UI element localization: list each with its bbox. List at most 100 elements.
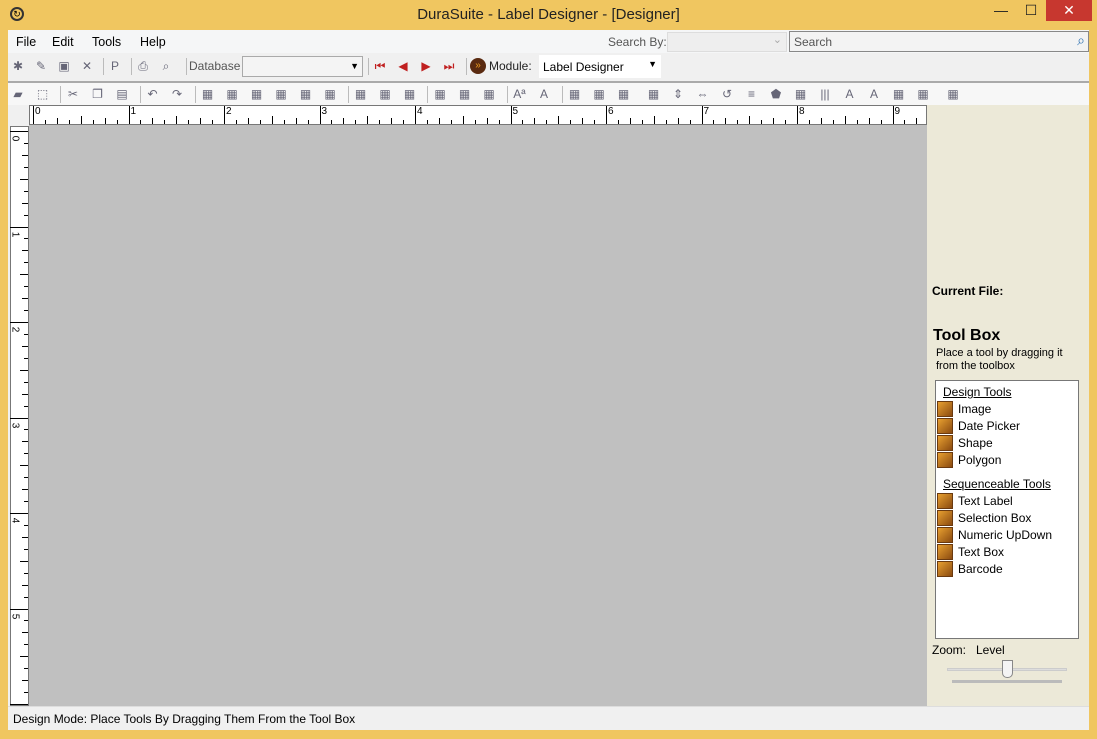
- ruler-tick: [92, 120, 94, 124]
- rotate-icon[interactable]: ↺: [719, 86, 735, 102]
- align-bottom-icon[interactable]: ▦: [481, 86, 497, 102]
- properties-icon[interactable]: ▦: [200, 86, 216, 102]
- ruler-tick: [22, 584, 28, 586]
- next-record-icon[interactable]: ▶: [418, 58, 434, 74]
- text-frame-icon[interactable]: A: [842, 86, 858, 102]
- ruler-tick: [22, 632, 28, 634]
- align-left-icon[interactable]: ▦: [353, 86, 369, 102]
- menu-file[interactable]: File: [16, 35, 36, 49]
- delete-icon[interactable]: ✕: [79, 58, 95, 74]
- barcode-icon[interactable]: |||: [817, 86, 833, 102]
- ruler-tick: [22, 202, 28, 204]
- copy-icon[interactable]: ❐: [90, 86, 106, 102]
- ruler-tick: [868, 118, 870, 124]
- save-icon[interactable]: ▣: [56, 58, 72, 74]
- menu-help[interactable]: Help: [140, 35, 166, 49]
- font-icon[interactable]: A: [536, 86, 552, 102]
- open-icon[interactable]: ▰: [10, 86, 26, 102]
- align-center-icon[interactable]: ▦: [377, 86, 393, 102]
- image-dropdown-icon[interactable]: ▦: [616, 86, 632, 102]
- paste-icon[interactable]: ▤: [114, 86, 130, 102]
- ruler-tick: [22, 154, 28, 156]
- align-dropdown-icon[interactable]: ▦: [915, 86, 931, 102]
- toolbox-item-label: Date Picker: [958, 419, 1021, 433]
- ruler-tick: [80, 116, 82, 124]
- image-tool-icon: [937, 401, 953, 417]
- ruler-tick: [510, 106, 512, 124]
- cut-icon[interactable]: ✂: [65, 86, 81, 102]
- ruler-tick: [892, 106, 894, 124]
- print-preview-icon[interactable]: ⌕: [158, 58, 174, 74]
- ruler-tick: [761, 120, 763, 124]
- ruler-tick: [689, 120, 691, 124]
- ruler-tick: [24, 620, 28, 622]
- ruler-tick: [20, 178, 28, 180]
- ruler-tick: [247, 118, 249, 124]
- send-back-icon[interactable]: ▦: [322, 86, 338, 102]
- font-size-icon[interactable]: Aª: [512, 86, 528, 102]
- new-file-icon[interactable]: ✱: [10, 58, 26, 74]
- print-icon[interactable]: ⎙: [135, 58, 151, 74]
- search-input[interactable]: Search ⌕: [789, 31, 1089, 52]
- snap-grid-icon[interactable]: ▦: [224, 86, 240, 102]
- ruler-tick: [20, 369, 28, 371]
- chevron-down-icon: ⌄: [772, 34, 782, 46]
- minimize-button[interactable]: —: [986, 0, 1016, 21]
- search-by-label: Search By:: [608, 35, 667, 49]
- zoom-slider-thumb[interactable]: [1002, 660, 1013, 678]
- separator: [194, 86, 196, 103]
- ruler-tick: [116, 120, 118, 124]
- ruler-tick: [10, 704, 28, 705]
- menu-edit[interactable]: Edit: [52, 35, 74, 49]
- redo-icon[interactable]: ↷: [169, 86, 185, 102]
- text-field-icon[interactable]: ▦: [567, 86, 583, 102]
- horizontal-spacing-icon[interactable]: ⇔: [695, 86, 711, 102]
- design-canvas[interactable]: [29, 125, 927, 706]
- ruler-tick: [367, 116, 369, 124]
- vertical-spacing-icon[interactable]: ⇕: [670, 86, 686, 102]
- database-select[interactable]: ▼: [242, 56, 363, 77]
- polygon-icon[interactable]: ⬟: [768, 86, 784, 102]
- toolbox-hint: Place a tool by dragging it from the too…: [936, 347, 1063, 372]
- search-by-select[interactable]: ⌄: [667, 32, 787, 52]
- ruler-tick: [24, 429, 28, 431]
- undo-icon[interactable]: ↶: [145, 86, 161, 102]
- numeric-icon[interactable]: ▦: [793, 86, 809, 102]
- align-top-icon[interactable]: ▦: [432, 86, 448, 102]
- separator: [139, 86, 141, 103]
- bold-text-icon[interactable]: A: [866, 86, 882, 102]
- first-record-icon[interactable]: ⏮: [372, 58, 388, 74]
- list-icon[interactable]: ▦: [591, 86, 607, 102]
- module-select[interactable]: Label Designer ▼: [539, 55, 661, 78]
- database-icon[interactable]: ▦: [945, 86, 961, 102]
- center-vertical-icon[interactable]: ▦: [273, 86, 289, 102]
- polygon-tool-icon: [937, 452, 953, 468]
- ruler-tick: [22, 393, 28, 395]
- ppe-icon[interactable]: P: [107, 58, 123, 74]
- text-label-icon[interactable]: ▦: [891, 86, 907, 102]
- module-icon: »: [470, 58, 486, 74]
- date-picker-tool-icon: [937, 418, 953, 434]
- menu-tools[interactable]: Tools: [92, 35, 121, 49]
- line-icon[interactable]: ≡: [744, 86, 760, 102]
- ruler-tick: [22, 298, 28, 300]
- previous-record-icon[interactable]: ◀: [395, 58, 411, 74]
- picture-icon[interactable]: ▦: [646, 86, 662, 102]
- search-icon[interactable]: ⌕: [1077, 32, 1085, 49]
- ruler-tick: [22, 536, 28, 538]
- ruler-tick: [140, 120, 142, 124]
- ruler-tick: [24, 190, 28, 192]
- edit-icon[interactable]: ✎: [33, 58, 49, 74]
- ruler-tick: [24, 524, 28, 526]
- center-horizontal-icon[interactable]: ▦: [249, 86, 265, 102]
- align-right-icon[interactable]: ▦: [402, 86, 418, 102]
- separator: [427, 86, 428, 103]
- toolbox-group-title: Sequenceable Tools: [943, 477, 1051, 491]
- close-button[interactable]: ✕: [1046, 0, 1092, 21]
- ruler-tick: [844, 116, 846, 124]
- bring-front-icon[interactable]: ▦: [298, 86, 314, 102]
- maximize-button[interactable]: ☐: [1016, 0, 1046, 21]
- select-region-icon[interactable]: ⬚: [35, 86, 51, 102]
- last-record-icon[interactable]: ⏭: [441, 58, 457, 74]
- align-middle-icon[interactable]: ▦: [457, 86, 473, 102]
